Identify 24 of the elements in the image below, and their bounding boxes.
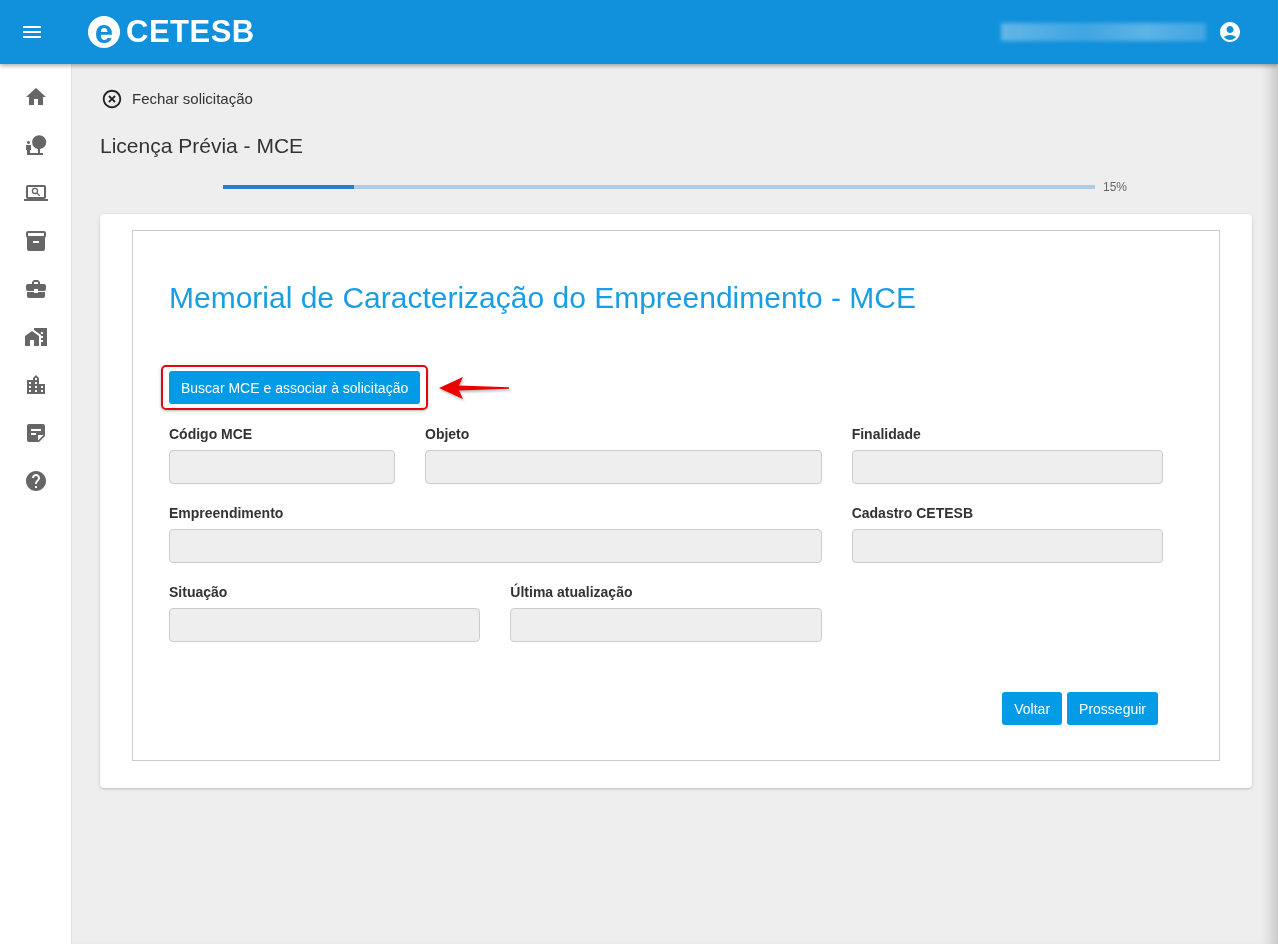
field-label: Empreendimento [169,505,284,522]
annotation-arrow-icon [439,376,510,399]
close-icon [101,88,123,110]
field-label: Objeto [425,426,470,443]
field-label: Finalidade [851,426,921,443]
logo-text: CETESB [126,15,255,49]
form-heading: Memorial de Caracterização do Empreendimento - MCE [169,280,916,316]
progress-reading: 15% [1102,180,1127,194]
briefcase-icon[interactable] [23,277,48,301]
search-associate-button[interactable]: Buscar MCE e associar à solicitação [169,371,421,404]
close-request-link[interactable]: Fechar solicitação [100,88,253,110]
field-label: Situação [169,584,228,601]
field-label: Cadastro CETESB [851,505,973,522]
field-label: Última atualização [510,584,633,601]
archive-box-icon[interactable] [23,229,48,253]
proceed-button[interactable]: Prosseguir [1067,692,1158,725]
page-title: Licença Prévia - MCE [100,133,304,159]
tree-person-icon[interactable] [23,133,48,157]
help-icon[interactable] [23,469,48,493]
field-label: Código MCE [169,426,253,443]
house-building-icon[interactable] [23,325,48,349]
back-button[interactable]: Voltar [1002,692,1063,725]
account-icon[interactable] [1218,20,1242,44]
logo-mark: e [88,16,120,48]
